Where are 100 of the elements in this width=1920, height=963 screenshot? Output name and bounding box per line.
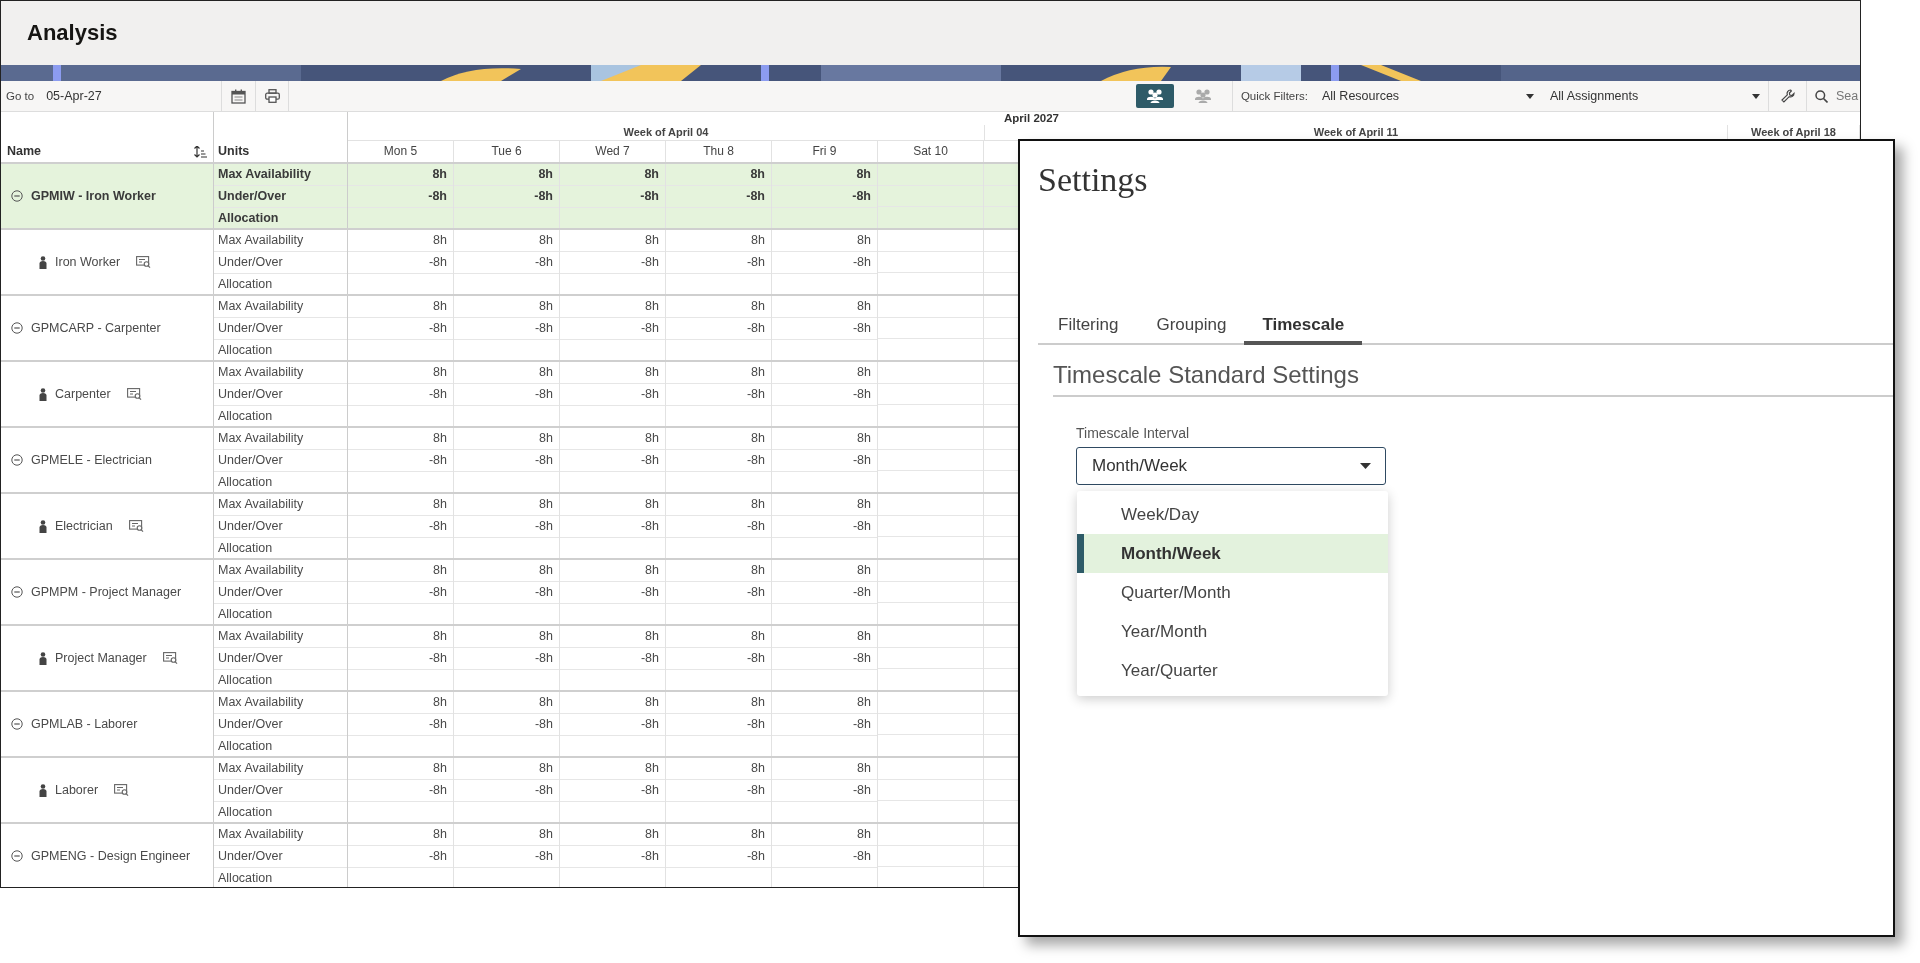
measure-label: Allocation xyxy=(218,409,273,423)
hours-value: -8h xyxy=(428,387,447,401)
hours-value: 8h xyxy=(539,299,553,313)
hours-value: -8h xyxy=(746,321,765,335)
hours-value: -8h xyxy=(746,519,765,533)
hours-value: -8h xyxy=(852,783,871,797)
dropdown-option[interactable]: Week/Day xyxy=(1077,495,1388,534)
hours-value: 8h xyxy=(857,233,871,247)
hours-value: -8h xyxy=(852,255,871,269)
hours-value: 8h xyxy=(751,761,765,775)
note-icon[interactable] xyxy=(126,388,142,400)
filter-dropdown[interactable]: All Assignments xyxy=(1542,82,1768,110)
hours-value: -8h xyxy=(428,783,447,797)
hours-value: -8h xyxy=(640,585,659,599)
view-button[interactable] xyxy=(1135,84,1174,108)
column-header[interactable]: Name xyxy=(7,144,42,158)
filter-dropdown[interactable]: All Resources xyxy=(1314,82,1542,110)
hours-value: 8h xyxy=(539,233,553,247)
measure-label: Max Availability xyxy=(218,629,304,643)
hours-value: -8h xyxy=(534,717,553,731)
dialog-title: Settings xyxy=(1038,161,1149,199)
page-title: Analysis xyxy=(27,20,118,46)
date-field[interactable]: 05-Apr-27 xyxy=(40,89,222,103)
measure-label: Allocation xyxy=(218,475,273,489)
hours-value: 8h xyxy=(433,629,447,643)
interval-select[interactable]: Month/Week xyxy=(1076,447,1386,485)
hours-value: -8h xyxy=(852,519,871,533)
hours-value: 8h xyxy=(645,629,659,643)
hours-value: -8h xyxy=(852,453,871,467)
collapse-icon[interactable] xyxy=(11,322,23,334)
hours-value: 8h xyxy=(751,827,765,841)
hours-value: 8h xyxy=(751,563,765,577)
dropdown-option[interactable]: Quarter/Month xyxy=(1077,573,1388,612)
hours-value: -8h xyxy=(852,651,871,665)
hours-value: 8h xyxy=(645,695,659,709)
note-icon[interactable] xyxy=(114,784,130,796)
day-header: Wed 7 xyxy=(560,141,666,162)
person-icon xyxy=(39,255,47,269)
tab[interactable]: Timescale xyxy=(1244,309,1363,345)
hours-value: 8h xyxy=(857,365,871,379)
note-icon[interactable] xyxy=(162,652,178,664)
collapse-icon[interactable] xyxy=(11,718,23,730)
hours-value: -8h xyxy=(428,321,447,335)
dropdown-option[interactable]: Month/Week xyxy=(1077,534,1388,573)
hours-value: -8h xyxy=(852,849,871,863)
hours-value: 8h xyxy=(433,695,447,709)
search-field[interactable]: Sea xyxy=(1836,89,1860,103)
hours-value: 8h xyxy=(539,365,553,379)
note-icon[interactable] xyxy=(128,520,144,532)
measure-label: Allocation xyxy=(218,739,273,753)
measure-label: Allocation xyxy=(218,541,273,555)
measure-label: Under/Over xyxy=(218,849,283,863)
hours-value: 8h xyxy=(539,563,553,577)
day-header: Tue 6 xyxy=(454,141,560,162)
hours-value: 8h xyxy=(539,431,553,445)
measure-label: Under/Over xyxy=(218,585,283,599)
wrench-icon xyxy=(1780,89,1795,103)
print-button[interactable] xyxy=(255,81,290,111)
hours-value: 8h xyxy=(539,761,553,775)
hours-value: 8h xyxy=(857,695,871,709)
hours-value: -8h xyxy=(746,585,765,599)
hours-value: -8h xyxy=(640,783,659,797)
collapse-icon[interactable] xyxy=(11,190,23,202)
field-label: Timescale Interval xyxy=(1076,425,1191,441)
hours-value: -8h xyxy=(746,189,765,203)
hours-value: -8h xyxy=(746,651,765,665)
measure-label: Under/Over xyxy=(218,255,283,269)
hours-value: -8h xyxy=(746,849,765,863)
hours-value: 8h xyxy=(645,563,659,577)
tab[interactable]: Filtering xyxy=(1056,309,1137,345)
hours-value: 8h xyxy=(539,497,553,511)
hours-value: -8h xyxy=(534,519,553,533)
measure-label: Max Availability xyxy=(218,497,304,511)
hours-value: 8h xyxy=(751,431,765,445)
sort-icon[interactable] xyxy=(194,146,207,158)
note-icon[interactable] xyxy=(136,256,152,268)
collapse-icon[interactable] xyxy=(11,586,23,598)
person-icon xyxy=(39,783,47,797)
hours-value: 8h xyxy=(433,431,447,445)
hours-value: -8h xyxy=(428,453,447,467)
dropdown-option[interactable]: Year/Quarter xyxy=(1077,651,1388,690)
hours-value: 8h xyxy=(433,827,447,841)
collapse-icon[interactable] xyxy=(11,454,23,466)
collapse-icon[interactable] xyxy=(11,850,23,862)
hours-value: -8h xyxy=(640,651,659,665)
measure-label: Allocation xyxy=(218,673,273,687)
hours-value: -8h xyxy=(746,717,765,731)
person-icon xyxy=(39,387,47,401)
hours-value: -8h xyxy=(746,783,765,797)
measure-label: Allocation xyxy=(218,871,273,885)
tab[interactable]: Grouping xyxy=(1154,309,1245,345)
measure-label: Under/Over xyxy=(218,519,283,533)
resource-name: Iron Worker xyxy=(55,255,121,269)
measure-label: Under/Over xyxy=(218,189,287,203)
measure-label: Under/Over xyxy=(218,453,283,467)
hours-value: -8h xyxy=(428,651,447,665)
group-name: GPMELE - Electrician xyxy=(31,453,152,467)
hours-value: 8h xyxy=(857,497,871,511)
hours-value: 8h xyxy=(750,167,765,181)
column-header[interactable]: Units xyxy=(218,144,250,158)
